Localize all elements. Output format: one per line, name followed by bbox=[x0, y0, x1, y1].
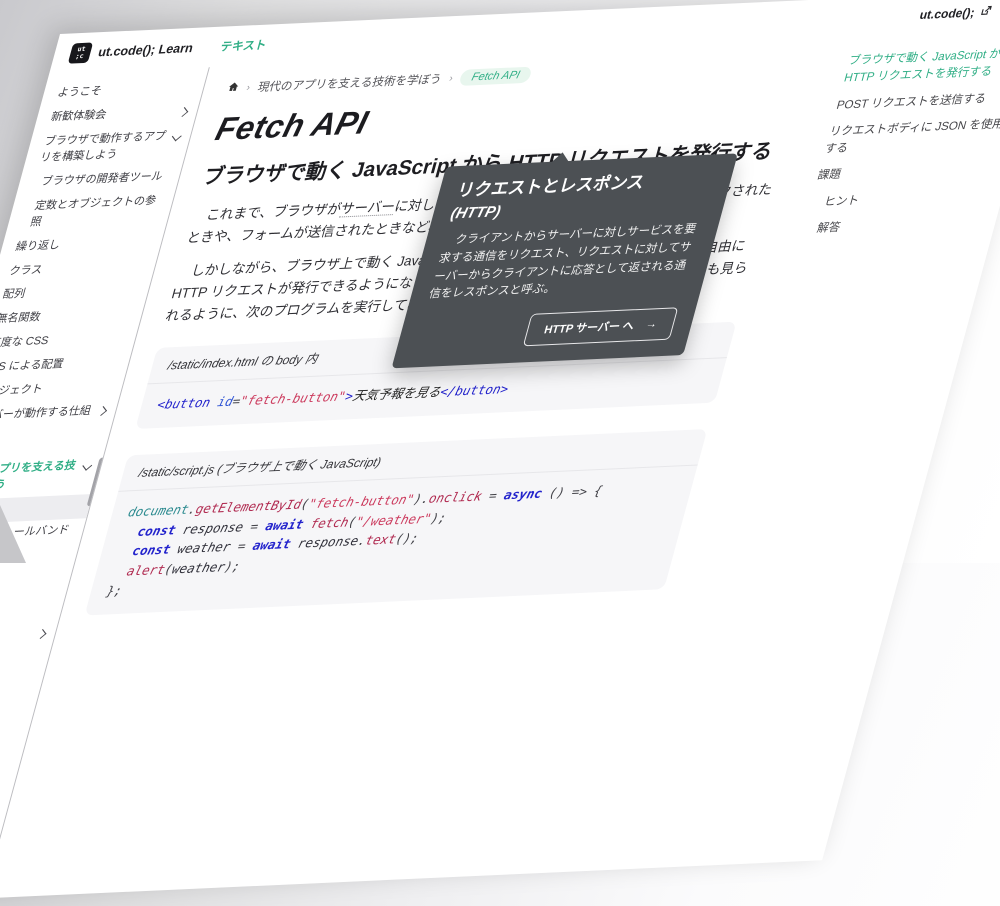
tooltip-arrow bbox=[551, 152, 572, 163]
code-token: response bbox=[289, 533, 361, 551]
breadcrumb-separator: › bbox=[245, 82, 251, 93]
http-server-link-button[interactable]: HTTP サーバー へ → bbox=[523, 307, 678, 346]
sidebar-item-label: Fetch API bbox=[0, 498, 82, 520]
term-tooltip-popover: リクエストとレスポンス (HTTP) クライアントからサーバーに対しサービスを要… bbox=[391, 153, 738, 368]
code-token: onclick bbox=[427, 489, 484, 507]
code-token: ); bbox=[429, 510, 448, 526]
sidebar-item-label: ブラウザの開発者ツール bbox=[39, 169, 171, 191]
sidebar-item-label: 高度な CSS bbox=[0, 331, 127, 353]
site-brand[interactable]: ut.code(); Learn bbox=[97, 41, 195, 59]
sidebar-item-label bbox=[0, 626, 34, 632]
code-card-script-js: /static/script.js (ブラウザ上で動く JavaScript) … bbox=[84, 429, 707, 615]
code-token: alert bbox=[125, 561, 167, 578]
code-token: getElementById bbox=[194, 497, 303, 517]
code-token: async bbox=[502, 486, 544, 503]
chevron-down-icon bbox=[172, 131, 182, 141]
tooltip-button-row: HTTP サーバー へ → bbox=[414, 307, 679, 351]
breadcrumb-current-pill[interactable]: Fetch API bbox=[459, 67, 533, 86]
linked-term[interactable]: サーバー bbox=[339, 199, 397, 218]
breadcrumb-separator: › bbox=[448, 73, 454, 84]
learn-page: ut ;c ut.code(); Learn テキスト ut.code(); よ… bbox=[0, 0, 1000, 906]
code-token: () => { bbox=[540, 483, 604, 501]
toc-item-5[interactable]: 解答 bbox=[801, 213, 990, 239]
code-token: <button bbox=[156, 394, 220, 412]
topbar-right-group: ut.code(); bbox=[917, 3, 994, 24]
sidebar-item-label: 定数とオブジェクトの参照 bbox=[28, 193, 165, 231]
sidebar-item-label: ブラウザで動作するアプリを構築しよう bbox=[38, 129, 170, 167]
sidebar-item-label: クラス bbox=[7, 258, 147, 280]
text-run: これまで、ブラウザが bbox=[205, 201, 343, 222]
toc-item-1[interactable]: POST リクエストを送信する bbox=[834, 89, 1000, 115]
external-link-icon[interactable] bbox=[978, 3, 994, 22]
code-token: weather bbox=[168, 539, 232, 557]
code-token: "fetch-button" bbox=[238, 388, 347, 408]
sidebar-item-label: オブジェクト bbox=[0, 379, 114, 401]
code-token: document bbox=[126, 502, 190, 520]
chevron-down-icon bbox=[82, 461, 92, 471]
nav-link-text[interactable]: テキスト bbox=[219, 37, 269, 55]
code-token: await bbox=[251, 536, 293, 553]
arrow-right-icon: → bbox=[644, 318, 658, 331]
sidebar-item-label: サーバーが動作する仕組み bbox=[0, 404, 95, 442]
home-icon[interactable] bbox=[226, 81, 241, 96]
breadcrumb-section-link[interactable]: 現代のアプリを支える技術を学ぼう bbox=[256, 71, 444, 96]
code-token: "fetch-button" bbox=[307, 492, 416, 512]
code-token: await bbox=[264, 516, 306, 533]
code-token: const bbox=[131, 542, 173, 559]
code-token: weather bbox=[170, 558, 227, 576]
toc-item-3[interactable]: 課題 bbox=[815, 160, 1000, 186]
code-token: ); bbox=[223, 558, 242, 574]
toc-item-2[interactable]: リクエストボディに JSON を使用する bbox=[822, 115, 1000, 158]
code-token: const bbox=[136, 522, 178, 539]
sidebar-item-label: ようこそ bbox=[55, 80, 195, 102]
sidebar-item-label: 新歓体験会 bbox=[49, 105, 176, 127]
code-token: "/weather" bbox=[354, 510, 433, 529]
logo-text-bottom: ;c bbox=[75, 53, 85, 60]
toc-item-4[interactable]: ヒント bbox=[808, 186, 997, 212]
chevron-right-icon bbox=[37, 629, 47, 639]
tooltip-body: クライアントからサーバーに対しサービスを要求する通信をリクエスト、リクエストに対… bbox=[426, 221, 701, 305]
code-token: }; bbox=[105, 583, 124, 599]
sidebar-item-label: CSS による配置 bbox=[0, 355, 121, 377]
chevron-right-icon bbox=[178, 107, 188, 117]
code-token: text bbox=[364, 531, 398, 548]
sidebar-item-label: 無名関数 bbox=[0, 306, 134, 328]
sidebar-item-label: 繰り返し bbox=[14, 234, 154, 256]
utcode-logo-icon[interactable]: ut ;c bbox=[68, 43, 93, 64]
toc-item-0[interactable]: ブラウザで動く JavaScript から HTTP リクエストを発行する bbox=[842, 45, 1000, 88]
code-token: (); bbox=[394, 530, 421, 546]
sidebar-item-12[interactable]: サーバーが動作する仕組み bbox=[0, 399, 119, 447]
code-token: response bbox=[174, 519, 246, 537]
code-token: 天気予報を見る bbox=[351, 384, 443, 403]
button-label: HTTP サーバー へ bbox=[542, 317, 636, 337]
code-token: </button> bbox=[439, 381, 511, 399]
sidebar-item-16[interactable] bbox=[0, 621, 58, 648]
chevron-right-icon bbox=[97, 406, 107, 416]
utcode-external-link[interactable]: ut.code(); bbox=[918, 5, 976, 22]
code-token: fetch bbox=[309, 514, 351, 531]
sidebar-item-label: 現代のアプリを支える技術を学ぼう bbox=[0, 459, 80, 497]
sidebar-item-label: 配列 bbox=[0, 282, 140, 304]
